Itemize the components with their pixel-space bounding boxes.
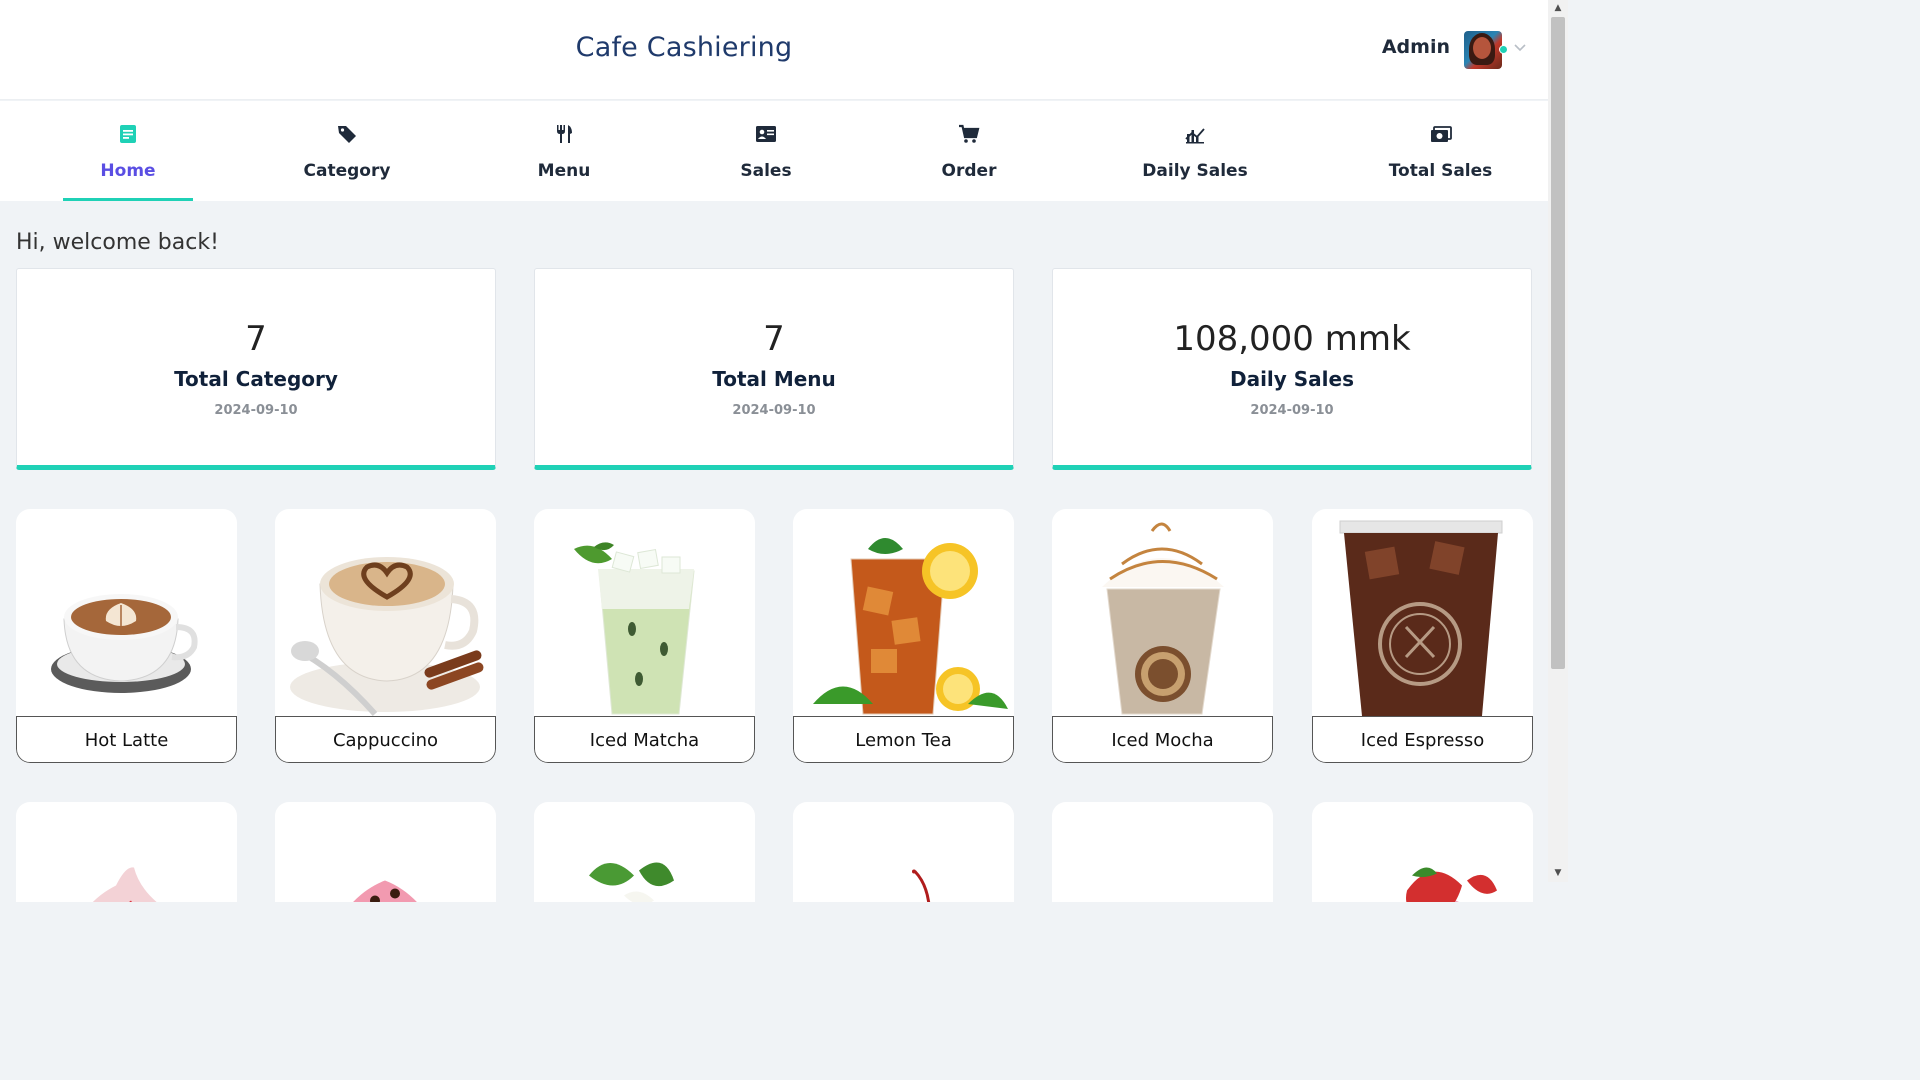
stat-label: Total Menu — [712, 367, 836, 391]
ice-cream-image — [353, 880, 417, 902]
menu-item-name: Lemon Tea — [793, 716, 1014, 763]
stat-card-daily-sales: 108,000 mmk Daily Sales 2024-09-10 — [1052, 268, 1532, 470]
menu-item-name: Iced Mocha — [1052, 716, 1273, 763]
tag-icon — [338, 126, 356, 143]
money-icon — [1430, 126, 1452, 142]
chevron-down-icon[interactable] — [1513, 40, 1527, 54]
menu-card-iced-matcha[interactable]: Iced Matcha — [534, 509, 755, 763]
menu-card-hot-latte[interactable]: Hot Latte — [16, 509, 237, 763]
menu-card-lemon-tea[interactable]: Lemon Tea — [793, 509, 1014, 763]
app-title: Cafe Cashiering — [575, 32, 793, 63]
ice-cream-image — [589, 862, 674, 902]
nav-category[interactable]: Category — [292, 101, 402, 201]
nav-daily-sales[interactable]: Daily Sales — [1130, 101, 1260, 201]
menu-card-iced-espresso[interactable]: Iced Espresso — [1312, 509, 1533, 763]
menu-card[interactable] — [1312, 802, 1533, 902]
nav-label: Category — [303, 161, 391, 181]
stat-value: 7 — [763, 319, 785, 359]
stat-value: 7 — [245, 319, 267, 359]
avatar[interactable] — [1464, 31, 1502, 69]
online-status-dot — [1499, 45, 1508, 54]
nav-label: Sales — [740, 161, 792, 181]
ice-cream-image — [1052, 802, 1273, 902]
menu-card[interactable] — [793, 802, 1014, 902]
stat-date: 2024-09-10 — [214, 403, 298, 418]
iced-matcha-image — [574, 542, 695, 715]
menu-item-name: Iced Espresso — [1312, 716, 1533, 763]
main-nav: Home Category Menu Sales Order Daily Sal… — [0, 101, 1548, 201]
nav-sales[interactable]: Sales — [716, 101, 816, 201]
menu-card[interactable] — [534, 802, 755, 902]
utensils-icon — [557, 125, 572, 143]
ice-cream-image — [1406, 867, 1497, 902]
stat-value: 108,000 mmk — [1173, 319, 1411, 359]
stat-card-total-category: 7 Total Category 2024-09-10 — [16, 268, 496, 470]
cappuccino-image — [290, 557, 484, 716]
cart-icon — [959, 124, 980, 143]
menu-card[interactable] — [275, 802, 496, 902]
menu-card-cappuccino[interactable]: Cappuccino — [275, 509, 496, 763]
ice-cream-image — [92, 867, 157, 902]
stat-card-total-menu: 7 Total Menu 2024-09-10 — [534, 268, 1014, 470]
nav-label: Total Sales — [1388, 161, 1493, 181]
menu-item-name: Iced Matcha — [534, 716, 755, 763]
lemon-tea-image — [813, 538, 1008, 715]
scroll-down-icon[interactable]: ▼ — [1553, 868, 1563, 878]
nav-label: Menu — [537, 161, 591, 181]
user-name[interactable]: Admin — [1382, 36, 1450, 58]
page-scrollbar[interactable]: ▲ ▼ — [1548, 0, 1568, 882]
nav-label: Order — [941, 161, 997, 181]
stat-date: 2024-09-10 — [732, 403, 816, 418]
nav-label: Home — [100, 161, 156, 181]
nav-order[interactable]: Order — [919, 101, 1019, 201]
menu-card-iced-mocha[interactable]: Iced Mocha — [1052, 509, 1273, 763]
ice-cream-image — [912, 869, 931, 902]
scroll-thumb[interactable] — [1551, 17, 1565, 669]
menu-item-name: Hot Latte — [16, 716, 237, 763]
nav-menu[interactable]: Menu — [514, 101, 614, 201]
stat-date: 2024-09-10 — [1250, 403, 1334, 418]
stat-label: Total Category — [174, 367, 338, 391]
scroll-up-icon[interactable]: ▲ — [1553, 3, 1563, 13]
welcome-message: Hi, welcome back! — [16, 230, 219, 255]
iced-mocha-image — [1102, 522, 1224, 715]
document-icon — [120, 125, 136, 143]
stat-label: Daily Sales — [1229, 367, 1355, 391]
id-card-icon — [756, 126, 776, 142]
hot-latte-image — [51, 594, 198, 693]
menu-item-name: Cappuccino — [275, 716, 496, 763]
chart-icon — [1185, 128, 1205, 144]
menu-card[interactable] — [16, 802, 237, 902]
nav-home[interactable]: Home — [63, 101, 193, 201]
nav-label: Daily Sales — [1142, 161, 1248, 181]
menu-card[interactable] — [1052, 802, 1273, 902]
iced-espresso-image — [1339, 520, 1503, 716]
nav-total-sales[interactable]: Total Sales — [1378, 101, 1503, 201]
top-bar: Cafe Cashiering Admin — [0, 0, 1548, 100]
